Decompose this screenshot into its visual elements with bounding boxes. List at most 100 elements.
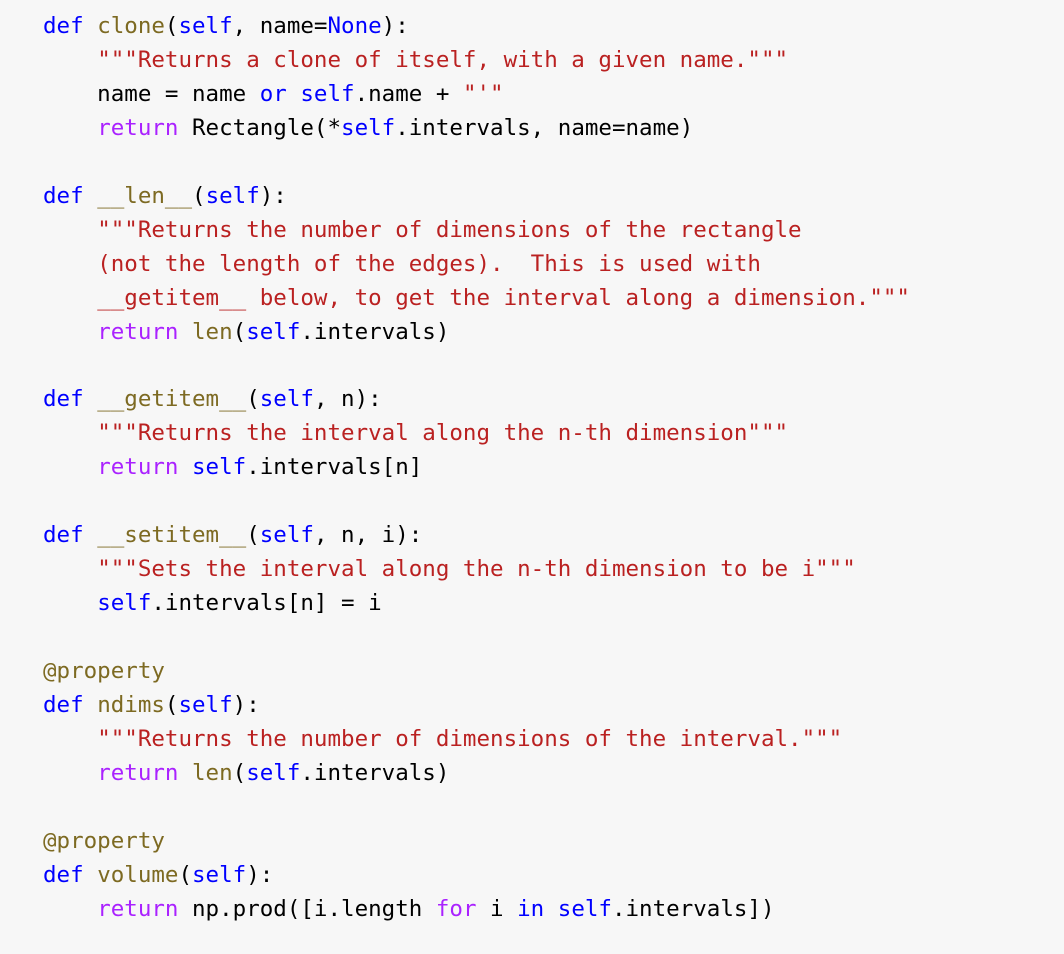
code-token: ): bbox=[381, 13, 409, 39]
code-token: self bbox=[246, 318, 301, 345]
code-token: None bbox=[327, 13, 382, 39]
code-token: (not the length of the edges). This is u… bbox=[97, 250, 761, 277]
code-token: len bbox=[192, 759, 233, 786]
code-token: def bbox=[43, 386, 84, 413]
code-token: @property bbox=[43, 658, 165, 685]
code-line: name = name or self.name + "'" bbox=[0, 78, 1064, 112]
code-token: "'" bbox=[462, 80, 504, 107]
code-token: ( bbox=[246, 522, 260, 549]
code-token: __getitem__ below, to get the interval a… bbox=[97, 284, 910, 311]
code-token: self bbox=[192, 454, 247, 481]
code-token: def bbox=[43, 182, 84, 209]
code-block[interactable]: def clone(self, name=None): """Returns a… bbox=[0, 0, 1064, 954]
code-line: return np.prod([i.length for i in self.i… bbox=[0, 893, 1064, 927]
code-line: return self.intervals[n] bbox=[0, 451, 1064, 485]
code-token: ): bbox=[246, 861, 274, 888]
code-token: self bbox=[192, 861, 247, 888]
code-line: return Rectangle(*self.intervals, name=n… bbox=[0, 112, 1064, 146]
code-token: np.prod([i.length bbox=[178, 895, 436, 922]
code-line: ​ bbox=[0, 146, 1064, 180]
code-token: ): bbox=[259, 182, 287, 209]
code-line: """Sets the interval along the n-th dime… bbox=[0, 553, 1064, 587]
code-token: for bbox=[435, 895, 477, 922]
code-token: .intervals) bbox=[300, 759, 450, 786]
code-line: return len(self.intervals) bbox=[0, 757, 1064, 791]
code-token: ( bbox=[164, 13, 179, 39]
code-token: i bbox=[476, 895, 518, 922]
code-line: (not the length of the edges). This is u… bbox=[0, 248, 1064, 282]
code-line: self.intervals[n] = i bbox=[0, 587, 1064, 621]
code-line: __getitem__ below, to get the interval a… bbox=[0, 282, 1064, 316]
code-token: __setitem__ bbox=[97, 522, 247, 549]
code-token: self bbox=[205, 182, 260, 209]
code-token: ( bbox=[192, 182, 206, 209]
code-token: __getitem__ bbox=[97, 386, 247, 413]
code-line: @property bbox=[0, 825, 1064, 859]
code-token: def bbox=[43, 522, 84, 549]
code-token: .intervals[n] = i bbox=[151, 590, 382, 617]
code-token: self bbox=[178, 13, 233, 39]
code-token: @property bbox=[43, 827, 165, 854]
code-token: def bbox=[43, 13, 84, 39]
code-token: self bbox=[259, 386, 314, 413]
code-token: ( bbox=[246, 386, 260, 413]
code-token: in bbox=[517, 895, 545, 922]
code-token: """Returns the number of dimensions of t… bbox=[97, 725, 843, 752]
code-token: """Returns the interval along the n-th d… bbox=[97, 420, 789, 447]
code-token: """Returns the number of dimensions of t… bbox=[97, 216, 802, 243]
code-line: def clone(self, name=None): bbox=[0, 10, 1064, 44]
code-token: ( bbox=[178, 861, 193, 888]
code-line: ​ bbox=[0, 621, 1064, 655]
code-token: , n, i): bbox=[313, 522, 423, 549]
code-token: , n): bbox=[313, 386, 382, 413]
code-token: __len__ bbox=[97, 182, 193, 209]
code-token: return bbox=[97, 759, 179, 786]
code-token: .name + bbox=[354, 80, 463, 107]
code-token: self bbox=[178, 692, 233, 718]
code-line: ​ bbox=[0, 350, 1064, 384]
code-token: self bbox=[259, 522, 314, 549]
code-line: """Returns the number of dimensions of t… bbox=[0, 214, 1064, 248]
code-token: len bbox=[192, 318, 233, 345]
code-token: self bbox=[300, 80, 355, 107]
code-token: """Sets the interval along the n-th dime… bbox=[97, 556, 856, 583]
code-line: """Returns the number of dimensions of t… bbox=[0, 723, 1064, 757]
code-token: self bbox=[341, 114, 396, 141]
code-line: ​ bbox=[0, 791, 1064, 825]
code-token: ( bbox=[232, 318, 247, 345]
code-token: .intervals[n] bbox=[246, 454, 423, 481]
code-token: , name= bbox=[232, 13, 328, 39]
code-token: return bbox=[97, 318, 179, 345]
code-line: """Returns a clone of itself, with a giv… bbox=[0, 44, 1064, 78]
code-line: return len(self.intervals) bbox=[0, 316, 1064, 350]
code-token: ( bbox=[164, 692, 179, 718]
code-token: return bbox=[97, 114, 179, 141]
code-token: ): bbox=[232, 692, 260, 718]
code-line: @property bbox=[0, 655, 1064, 689]
code-token: Rectangle(* bbox=[178, 114, 342, 141]
code-token: self bbox=[246, 759, 301, 786]
code-line: def ndims(self): bbox=[0, 689, 1064, 723]
code-token: or bbox=[259, 80, 287, 107]
python-source-code[interactable]: def clone(self, name=None): """Returns a… bbox=[0, 10, 1064, 927]
code-token: self bbox=[557, 895, 612, 922]
code-token: self bbox=[97, 590, 152, 617]
code-token: .intervals, name=name) bbox=[395, 114, 694, 141]
